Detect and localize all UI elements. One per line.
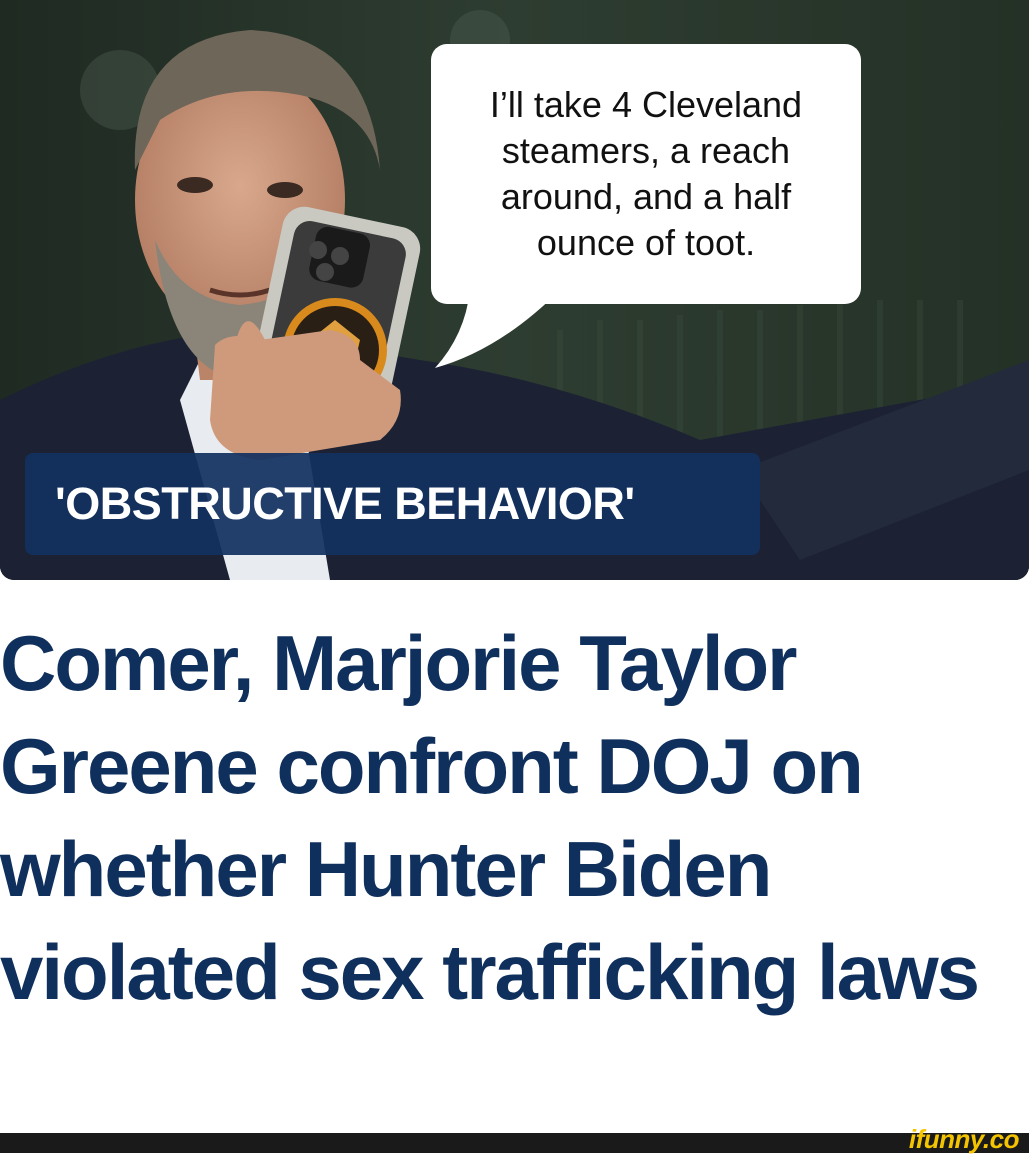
article-headline[interactable]: Comer, Marjorie Taylor Greene confront D… [0, 612, 1010, 1024]
footer-bar [0, 1133, 1029, 1153]
speech-bubble: I’ll take 4 Cleveland steamers, a reach … [431, 44, 861, 304]
ifunny-watermark: ifunny.co [908, 1124, 1020, 1154]
banner-text: 'OBSTRUCTIVE BEHAVIOR' [55, 478, 635, 529]
speech-bubble-text: I’ll take 4 Cleveland steamers, a reach … [489, 84, 803, 263]
obstructive-behavior-banner: 'OBSTRUCTIVE BEHAVIOR' [25, 453, 760, 555]
